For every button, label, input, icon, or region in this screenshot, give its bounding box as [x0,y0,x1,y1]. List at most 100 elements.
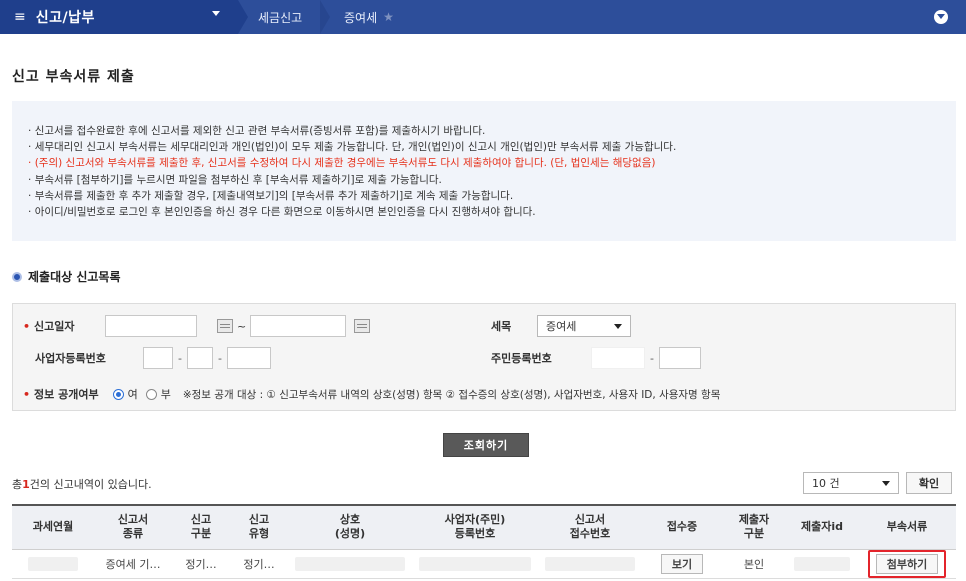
dash-separator: - [217,351,222,365]
chevron-down-icon [882,480,890,486]
biz-no-part1-input[interactable] [143,347,173,369]
col-header-submitter-type: 제출자 구분 [722,504,786,550]
col-header-report-kind: 신고서 종류 [94,504,172,550]
cell-tax-period [12,549,94,579]
chevron-down-icon [614,323,622,329]
date-range-tilde: ~ [237,319,247,333]
disclosure-row: • 정보 공개여부 여 부 ※정보 공개 대상 : ① 신고부속서류 내역의 상… [23,380,943,408]
cell-receipt: 보기 [642,549,722,579]
report-date-start-input[interactable] [105,315,197,337]
chevron-down-circle-icon[interactable] [934,10,948,24]
highlight-box: 첨부하기 [867,549,947,577]
tax-type-value: 증여세 [546,320,577,333]
section-title-label: 제출대상 신고목록 [28,270,121,284]
redacted-value [419,556,531,571]
report-date-label: 신고일자 [34,320,75,333]
attach-button[interactable]: 첨부하기 [875,553,939,574]
tax-type-select[interactable]: 증여세 [537,315,631,337]
cell-submitter-id [786,549,858,579]
resident-no-part2-input[interactable] [658,347,701,369]
cell-reg-no [412,549,538,579]
disclosure-label: 정보 공개여부 [34,388,99,401]
calendar-icon[interactable] [354,319,371,333]
required-mark: • [23,319,31,333]
star-icon[interactable]: ★ [383,10,394,24]
cell-receipt-no [538,549,642,579]
section-title: 제출대상 신고목록 [12,268,121,285]
breadcrumb-separator [238,0,248,34]
notice-item: 아이디/비밀번호로 로그인 후 본인인증을 하신 경우 다른 화면으로 이동하시… [28,204,956,220]
notice-item: 부속서류를 제출한 후 추가 제출할 경우, [제출내역보기]의 [부속서류 추… [28,188,956,204]
resident-no-label: 주민등록번호 [491,352,552,365]
resident-no-row: 주민등록번호 [491,344,552,372]
col-header-report-type: 신고 구분 [172,504,230,550]
redacted-value [295,556,405,571]
report-date-end-input[interactable] [250,315,347,337]
breadcrumb-item-gift-tax[interactable]: 증여세 ★ [344,0,394,34]
col-header-receipt-no: 신고서 접수번호 [538,504,642,550]
notice-list: 신고서를 접수완료한 후에 신고서를 제외한 신고 관련 부속서류(증빙서류 포… [28,123,956,220]
results-table: 과세연월 신고서 종류 신고 구분 신고 유형 상호 (성명) 사업자(주민) 등록번호 … [12,504,956,579]
disclosure-yes-radio[interactable] [112,388,124,400]
page-title: 신고 부속서류 제출 [12,69,135,85]
table-row: 증여세 기… 정기… 정기… 보기 본인 첨부하기 [12,549,956,579]
col-header-attachments: 부속서류 [858,504,956,550]
count-suffix: 건의 신고내역이 있습니다. [29,478,152,491]
col-header-reg-no: 사업자(주민) 등록번호 [412,504,538,550]
disclosure-no-label: 부 [160,388,171,401]
col-header-receipt: 접수증 [642,504,722,550]
disclosure-note: ※정보 공개 대상 : ① 신고부속서류 내역의 상호(성명) 항목 ② 접수증… [182,388,721,401]
breadcrumb-label: 세금신고 [258,10,303,25]
tax-type-row: 세목 [491,312,511,340]
redacted-value [794,556,850,571]
biz-no-row: 사업자등록번호 [35,344,106,372]
col-header-report-class: 신고 유형 [230,504,288,550]
biz-no-part2-input[interactable] [186,347,213,369]
cell-attachments: 첨부하기 [858,549,956,579]
hamburger-icon[interactable]: ≡ [14,9,26,25]
disclosure-no-radio[interactable] [145,388,157,400]
cell-report-type: 정기… [172,549,230,579]
result-count: 1 [22,478,30,491]
menu-dropdown[interactable]: ≡ 신고/납부 [0,0,238,34]
redacted-value [545,556,635,571]
notice-item: 부속서류 [첨부하기]를 누르시면 파일을 첨부하신 후 [부속서류 제출하기]… [28,172,956,188]
search-button[interactable]: 조회하기 [443,433,529,457]
breadcrumb-item-tax-report[interactable]: 세금신고 [258,0,302,34]
page-size-select[interactable]: 10 건 [803,472,899,494]
redacted-value [28,556,78,571]
col-header-tax-period: 과세연월 [12,504,94,550]
dash-separator: - [650,351,654,365]
cell-submitter-type: 본인 [722,549,786,579]
col-header-submitter-id: 제출자id [786,504,858,550]
breadcrumb-separator [320,0,330,34]
bullet-icon [12,271,22,282]
notice-item: 세무대리인 신고시 부속서류는 세무대리인과 개인(법인)이 모두 제출 가능합… [28,139,956,155]
chevron-down-icon[interactable] [212,11,220,16]
cell-report-class: 정기… [230,549,288,579]
breadcrumb-label: 증여세 [344,10,378,25]
calendar-icon[interactable] [217,319,233,333]
cell-report-kind: 증여세 기… [94,549,172,579]
biz-no-label: 사업자등록번호 [35,352,106,365]
table-header-row: 과세연월 신고서 종류 신고 구분 신고 유형 상호 (성명) 사업자(주민) 등록번호 … [12,504,956,550]
view-receipt-button[interactable]: 보기 [660,553,704,574]
resident-no-part1-input[interactable] [591,347,645,369]
disclosure-yes-label: 여 [127,388,138,401]
notice-item-warning: (주의) 신고서와 부속서류를 제출한 후, 신고서를 수정하여 다시 제출한 … [28,155,956,171]
col-header-name: 상호 (성명) [288,504,412,550]
notice-box: 신고서를 접수완료한 후에 신고서를 제외한 신고 관련 부속서류(증빙서류 포… [12,101,956,241]
menu-title: 신고/납부 [35,10,95,26]
confirm-button[interactable]: 확인 [906,472,952,494]
biz-no-part3-input[interactable] [226,347,271,369]
count-prefix: 총 [12,478,23,491]
cell-name [288,549,412,579]
notice-item: 신고서를 접수완료한 후에 신고서를 제외한 신고 관련 부속서류(증빙서류 포… [28,123,956,139]
page-size-value: 10 건 [812,477,840,490]
tax-type-label: 세목 [491,320,512,333]
top-nav-bar: ≡ 신고/납부 세금신고 증여세 ★ [0,0,966,34]
result-count-text: 총1건의 신고내역이 있습니다. [12,476,152,492]
dash-separator: - [178,351,182,365]
search-form: • 신고일자 ~ 세목 증여세 사업자등록번호 - - 주민등록번호 - • 정 [12,303,956,411]
report-date-row: • 신고일자 [23,312,75,340]
